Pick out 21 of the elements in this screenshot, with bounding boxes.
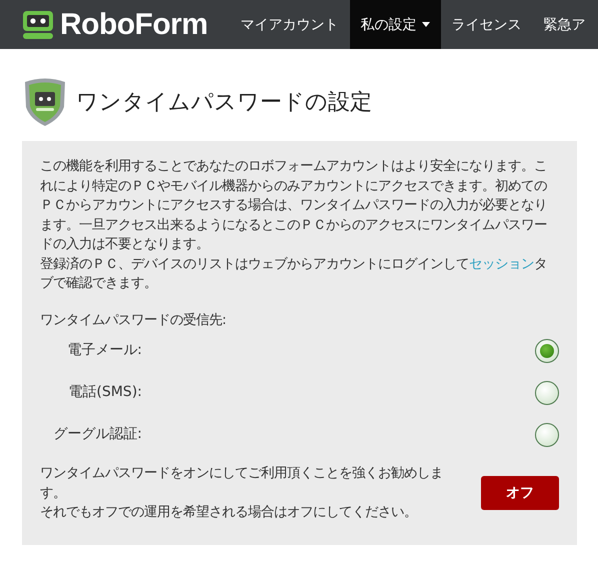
logo-text[interactable]: RoboForm <box>60 8 208 42</box>
option-label: 電話(SMS): <box>68 383 142 402</box>
recipients-label: ワンタイムパスワードの受信先: <box>40 312 228 330</box>
page-title: ワンタイムパスワードの設定 <box>76 89 372 117</box>
nav-item[interactable]: ライセンス <box>440 0 533 49</box>
note-text: 登録済のＰＣ、デバイスのリストはウェブからアカウントにログインしてセッションタブで確認できます。 <box>40 256 548 293</box>
robot-logo-icon <box>22 10 54 40</box>
option-label: グーグル認証: <box>52 425 142 444</box>
recommendation-text: それでもオフでの運用を希望される場合はオフにしてください。 <box>40 504 418 522</box>
radio-button[interactable] <box>535 381 559 405</box>
shield-icon <box>22 77 68 127</box>
option-label: 電子メール: <box>66 341 142 360</box>
recommendation-text: ワンタイムパスワードをオンにしてご利用頂くことを強くお勧めします。 <box>40 465 444 502</box>
nav-item[interactable]: マイアカウント <box>230 0 350 49</box>
radio-button[interactable] <box>535 423 559 447</box>
description-text: この機能を利用することであなたのロボフォームアカウントはより安全になります。これにより特定のＰＣやモバイル機器からのみアカウントにアクセスできます。初めてのＰＣからアカウントにアクセスする場合は、ワンタイムパスワードの入力が必要となります。一旦アクセス出来るようになるとこのＰＣからのアクセスにワンタイムパスワードの入力は不要となります。 <box>40 158 548 254</box>
caret-icon <box>422 22 430 27</box>
nav-item[interactable]: 私の設定 <box>350 0 441 49</box>
toggle-button[interactable]: オフ <box>480 476 559 510</box>
nav-item[interactable]: 緊急ア <box>532 0 597 49</box>
radio-button[interactable] <box>535 339 559 363</box>
